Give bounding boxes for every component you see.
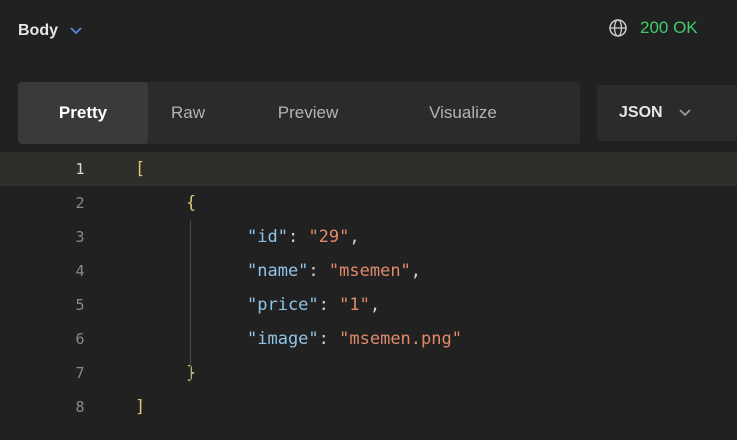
json-pair: "id": "29", — [247, 227, 360, 247]
json-value: "msemen" — [328, 261, 411, 281]
tab-pretty-label: Pretty — [58, 103, 108, 122]
view-tabs: Pretty Raw Preview Visualize — [18, 82, 580, 144]
code-line: 7 } — [0, 356, 737, 390]
json-key: "price" — [247, 295, 319, 315]
response-status: 200 OK — [608, 18, 698, 38]
json-colon: : — [318, 295, 340, 315]
code-line: 5 "price": "1", — [0, 288, 737, 322]
status-code: 200 OK — [640, 18, 698, 37]
line-number: 8 — [75, 398, 85, 416]
line-number: 4 — [75, 262, 85, 280]
chevron-down-icon — [678, 109, 691, 117]
code-line: 2 { — [0, 186, 737, 220]
json-comma: , — [410, 261, 422, 281]
open-bracket: [ — [135, 159, 146, 179]
globe-icon[interactable] — [608, 18, 628, 38]
body-dropdown[interactable]: Body — [18, 22, 84, 40]
json-value: "1" — [339, 295, 370, 315]
json-colon: : — [287, 227, 309, 247]
json-pair: "price": "1", — [247, 295, 380, 315]
json-key: "image" — [247, 329, 319, 349]
line-number: 1 — [75, 160, 85, 178]
line-number: 7 — [75, 364, 85, 382]
response-body-editor[interactable]: 1 [ 2 { 3 "id": "29", 4 "name": "msemen"… — [0, 152, 737, 440]
code-line: 6 "image": "msemen.png" — [0, 322, 737, 356]
code-line: 1 [ — [0, 152, 737, 186]
close-bracket: ] — [135, 397, 146, 417]
body-dropdown-label: Body — [18, 22, 58, 39]
tab-raw-label: Raw — [170, 103, 205, 122]
json-key: "id" — [247, 227, 288, 247]
json-value: "29" — [308, 227, 350, 247]
tab-pretty[interactable]: Pretty — [18, 82, 148, 144]
json-colon: : — [308, 261, 329, 281]
line-number: 5 — [75, 296, 85, 314]
close-brace: } — [186, 363, 197, 383]
json-comma: , — [369, 295, 381, 315]
indent-guide — [190, 220, 191, 382]
tab-preview-label: Preview — [277, 103, 339, 122]
tab-visualize[interactable]: Visualize — [388, 82, 538, 144]
code-line: 4 "name": "msemen", — [0, 254, 737, 288]
tab-preview[interactable]: Preview — [228, 82, 388, 144]
format-dropdown-label: JSON — [619, 104, 663, 121]
code-line: 8 ] — [0, 390, 737, 424]
chevron-down-icon — [70, 27, 82, 35]
open-brace: { — [186, 193, 197, 213]
tab-visualize-label: Visualize — [429, 103, 497, 122]
code-line: 3 "id": "29", — [0, 220, 737, 254]
response-header-bar: Body 200 OK — [0, 0, 737, 68]
json-key: "name" — [247, 261, 309, 281]
json-pair: "name": "msemen", — [247, 261, 421, 281]
format-dropdown[interactable]: JSON — [597, 85, 737, 141]
json-colon: : — [318, 329, 340, 349]
json-pair: "image": "msemen.png" — [247, 329, 462, 349]
line-number: 2 — [75, 194, 85, 212]
json-comma: , — [349, 227, 360, 247]
line-number: 3 — [75, 228, 85, 246]
json-value: "msemen.png" — [339, 329, 462, 349]
line-number: 6 — [75, 330, 85, 348]
view-toolbar: Pretty Raw Preview Visualize JSON — [0, 82, 737, 148]
tab-raw[interactable]: Raw — [148, 82, 228, 144]
